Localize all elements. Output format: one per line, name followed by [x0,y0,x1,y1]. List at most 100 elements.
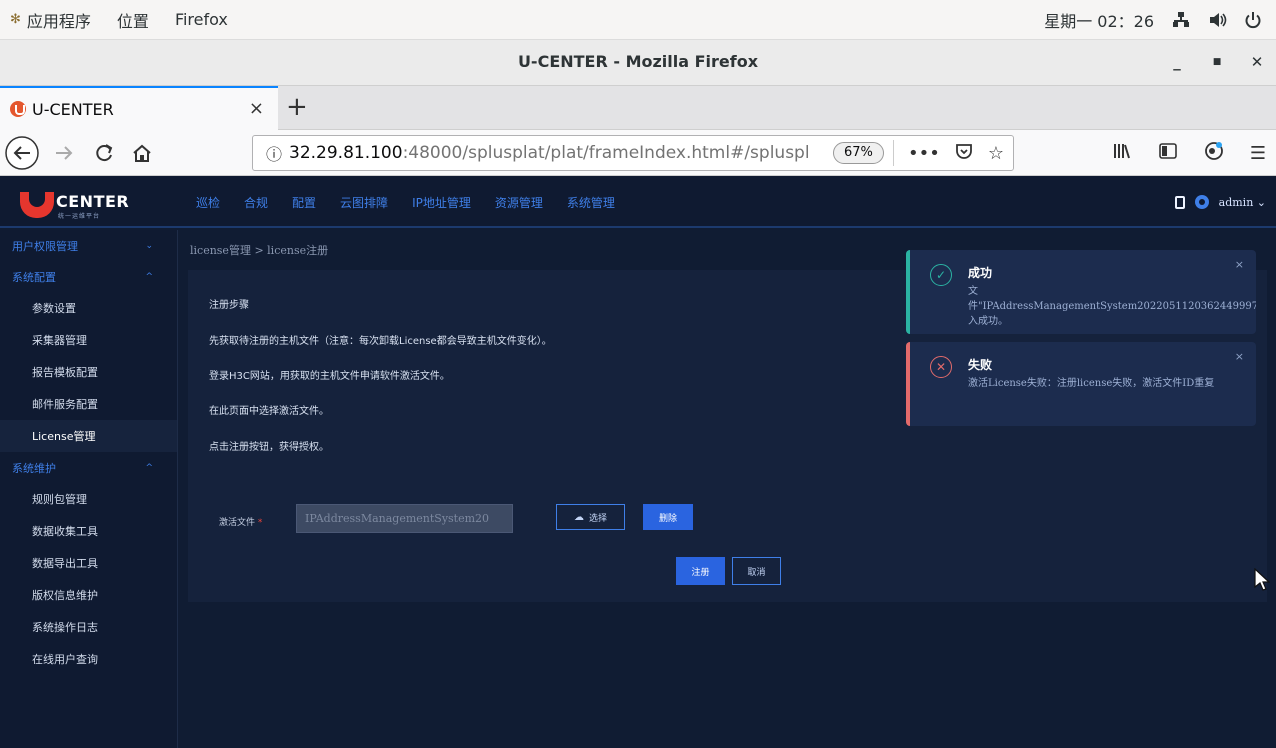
close-window-button[interactable]: ✕ [1246,40,1268,84]
menu-item[interactable]: 巡检 [196,194,220,211]
reload-button[interactable] [86,136,122,170]
notification-message: 文件"IPAddressManagementSystem202205112036… [968,286,1256,327]
applications-menu[interactable]: ✻ 应用程序 [10,8,91,32]
tab-strip: U-CENTER × + [0,86,1276,130]
gnome-foot-icon: ✻ [10,12,21,27]
sidebar-item-mail-service[interactable]: 邮件服务配置 [0,388,177,420]
failure-notification: ✕ 失败 激活License失败：注册license失败，激活文件ID重复 × [906,342,1256,426]
url-path: :48000/splusplat/plat/frameIndex.html#/s… [402,143,809,163]
sidebar-group-system-maintenance[interactable]: 系统维护 ^ [0,452,177,483]
notification-title: 成功 [968,266,993,280]
sidebar-item-license[interactable]: License管理 [0,420,177,452]
places-menu[interactable]: 位置 [117,8,149,32]
site-info-icon[interactable]: ⓘ [259,141,289,165]
pocket-icon[interactable] [954,141,974,166]
sidebar-item-operation-log[interactable]: 系统操作日志 [0,611,177,643]
chevron-down-icon: ⌄ [1253,195,1266,209]
error-circle-icon: ✕ [930,356,952,378]
library-icon[interactable] [1112,141,1132,166]
activation-file-input[interactable]: IPAddressManagementSystem20 [296,504,513,533]
document-icon[interactable] [1174,195,1185,209]
url-text[interactable]: 32.29.81.100:48000/splusplat/plat/frameI… [289,143,809,163]
delete-button[interactable]: 删除 [643,504,693,530]
step-text: 登录H3C网站，用获取的主机文件申请软件激活文件。 [209,371,450,382]
forward-arrow-icon [56,146,73,160]
check-circle-icon: ✓ [930,264,952,286]
sidebar-item-report-templates[interactable]: 报告模板配置 [0,356,177,388]
back-button[interactable] [2,136,42,170]
upload-cloud-icon: ☁ [573,511,584,523]
sidebar-toggle-icon[interactable] [1158,141,1178,166]
tab-ucenter[interactable]: U-CENTER × [0,86,278,130]
top-menu: 巡检 合规 配置 云图排障 IP地址管理 资源管理 系统管理 [196,176,615,228]
sidebar: 用户权限管理 ⌄ 系统配置 ^ 参数设置 采集器管理 报告模板配置 邮件服务配置… [0,230,178,748]
account-icon[interactable] [1204,141,1224,166]
sidebar-item-data-collection[interactable]: 数据收集工具 [0,515,177,547]
tab-title: U-CENTER [32,99,114,119]
notification-close-icon[interactable]: × [1235,258,1244,271]
active-app-label[interactable]: Firefox [175,10,228,29]
sidebar-item-parameters[interactable]: 参数设置 [0,292,177,324]
menu-item[interactable]: 资源管理 [495,194,543,211]
logo-text: CENTER [56,192,130,211]
sidebar-group-user-permissions[interactable]: 用户权限管理 ⌄ [0,230,177,261]
power-icon[interactable] [1244,11,1262,29]
minimize-button[interactable]: _ [1166,40,1188,84]
navigation-toolbar: ⓘ 32.29.81.100:48000/splusplat/plat/fram… [0,130,1276,176]
reload-icon [96,144,113,162]
sidebar-item-online-users[interactable]: 在线用户查询 [0,643,177,675]
forward-button[interactable] [46,136,82,170]
hamburger-menu-icon[interactable]: ☰ [1250,143,1266,164]
step-text: 点击注册按钮，获得授权。 [209,442,329,453]
page-actions-icon[interactable]: ••• [908,143,940,164]
user-area: admin ⌄ [1174,176,1266,228]
window-title: U-CENTER - Mozilla Firefox [517,52,759,71]
ucenter-logo[interactable]: CENTER 统一运维平台 [16,186,166,220]
menu-item[interactable]: 系统管理 [567,194,615,211]
sidebar-group-system-config[interactable]: 系统配置 ^ [0,261,177,292]
success-accent-bar [906,250,910,334]
select-button-label: 选择 [588,513,607,524]
zoom-level-badge[interactable]: 67% [833,142,884,164]
applications-label: 应用程序 [26,11,91,31]
step-text: 在此页面中选择激活文件。 [209,406,329,417]
username: admin [1218,195,1254,209]
menu-item[interactable]: 配置 [292,194,316,211]
chevron-up-icon: ^ [145,271,153,282]
new-tab-button[interactable]: + [286,92,308,122]
sidebar-item-copyright[interactable]: 版权信息维护 [0,579,177,611]
volume-icon[interactable] [1208,11,1227,29]
home-button[interactable] [124,136,160,170]
step-text: 先获取待注册的主机文件（注意：每次卸载License都会导致主机文件变化）。 [209,336,552,347]
cancel-button[interactable]: 取消 [732,557,781,585]
tab-close-button[interactable]: × [249,98,264,119]
clock[interactable]: 星期一 02：26 [1044,8,1154,32]
notification-close-icon[interactable]: × [1235,350,1244,363]
mouse-pointer-icon [1254,568,1270,591]
url-bar[interactable]: ⓘ 32.29.81.100:48000/splusplat/plat/fram… [252,135,1014,171]
bookmark-star-icon[interactable]: ☆ [988,143,1004,164]
window-titlebar[interactable]: U-CENTER - Mozilla Firefox _ ■ ✕ [0,40,1276,86]
sidebar-item-collectors[interactable]: 采集器管理 [0,324,177,356]
menu-item[interactable]: 合规 [244,194,268,211]
required-mark: * [257,518,263,528]
logo-subtitle: 统一运维平台 [58,213,101,220]
sidebar-item-data-export[interactable]: 数据导出工具 [0,547,177,579]
sidebar-item-rule-packages[interactable]: 规则包管理 [0,483,177,515]
menu-item[interactable]: 云图排障 [340,194,388,211]
url-host: 32.29.81.100 [289,143,403,163]
user-menu[interactable]: admin ⌄ [1219,196,1266,209]
ucenter-favicon-icon [10,101,26,117]
sidebar-group-label: 系统配置 [12,270,56,284]
url-separator [893,140,894,166]
gear-icon[interactable] [1194,195,1209,209]
success-notification: ✓ 成功 文件"IPAddressManagementSystem2022051… [906,250,1256,334]
menu-item[interactable]: IP地址管理 [412,194,471,211]
failure-accent-bar [906,342,910,426]
register-button[interactable]: 注册 [676,557,725,585]
sidebar-group-label: 用户权限管理 [12,239,78,253]
network-icon[interactable] [1172,11,1190,29]
field-label: 激活文件 [219,518,256,528]
maximize-button[interactable]: ■ [1206,40,1228,84]
select-file-button[interactable]: ☁ 选择 [556,504,625,530]
